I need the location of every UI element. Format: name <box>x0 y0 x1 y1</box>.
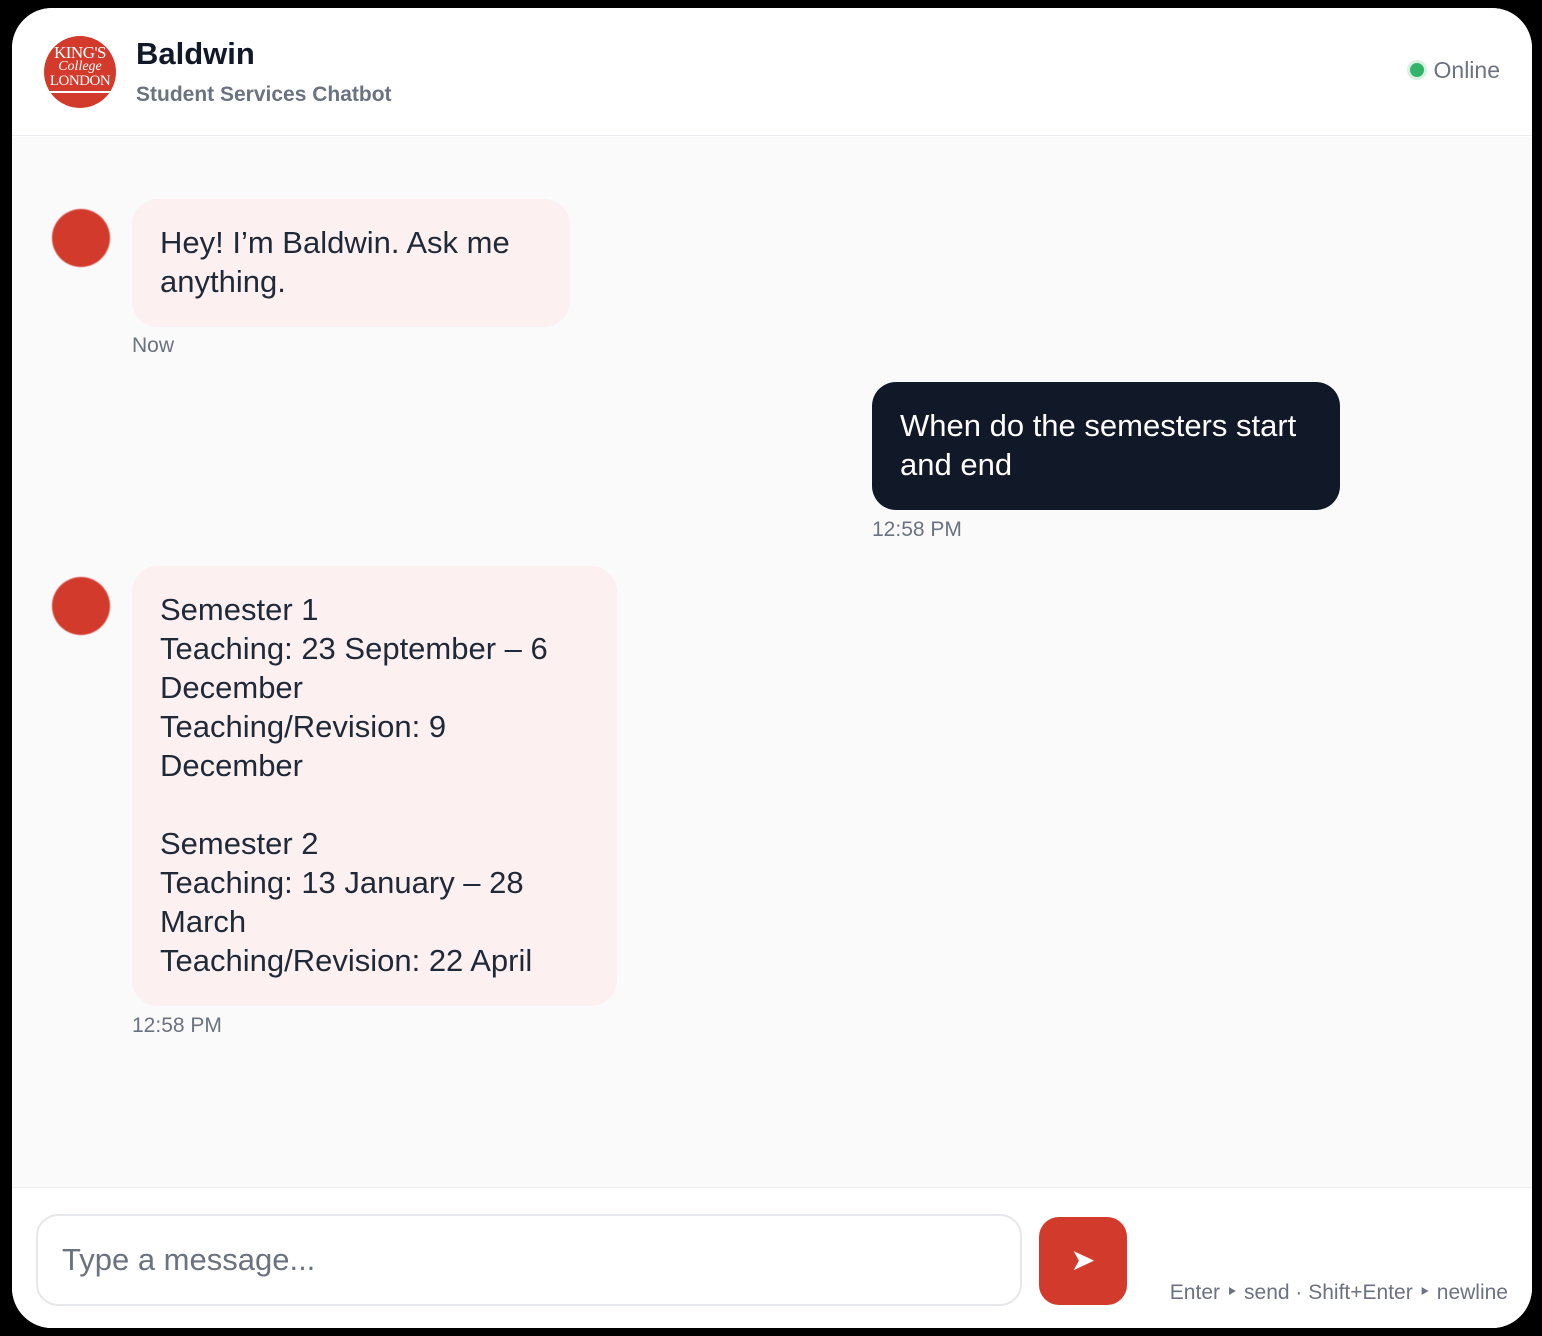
status-label: Online <box>1433 57 1500 83</box>
status-indicator: Online <box>1409 56 1500 84</box>
bot-avatar-icon <box>52 209 110 267</box>
message-input[interactable] <box>36 1214 1022 1306</box>
message-timestamp: Now <box>132 334 175 357</box>
message-list[interactable]: Hey! I’m Baldwin. Ask me anything. Now W… <box>12 137 1532 1187</box>
user-message-bubble: When do the semesters start and end <box>872 382 1340 510</box>
bot-subtitle: Student Services Chatbot <box>136 83 392 106</box>
chat-header: KING'S College LONDON Baldwin Student Se… <box>12 8 1532 136</box>
logo-line-3: LONDON <box>49 73 111 89</box>
send-button[interactable]: ➤ <box>1039 1217 1127 1305</box>
message-timestamp: 12:58 PM <box>872 518 962 541</box>
send-arrow-icon: ➤ <box>1070 1243 1096 1278</box>
logo-line-2: College <box>58 59 102 74</box>
message-timestamp: 12:58 PM <box>132 1014 222 1037</box>
logo-rule <box>48 91 112 93</box>
keyboard-hint: Enter ‣ send · Shift+Enter ‣ newline <box>1169 1281 1508 1304</box>
chat-window: KING'S College LONDON Baldwin Student Se… <box>12 8 1532 1328</box>
kings-college-london-logo: KING'S College LONDON <box>44 36 116 108</box>
bot-message-bubble: Semester 1 Teaching: 23 September – 6 De… <box>132 566 617 1006</box>
message-composer: ➤ Enter ‣ send · Shift+Enter ‣ newline <box>12 1187 1532 1328</box>
bot-avatar-icon <box>52 577 110 635</box>
online-dot-icon <box>1409 63 1424 77</box>
bot-message-bubble: Hey! I’m Baldwin. Ask me anything. <box>132 199 570 327</box>
bot-name: Baldwin <box>136 36 255 71</box>
